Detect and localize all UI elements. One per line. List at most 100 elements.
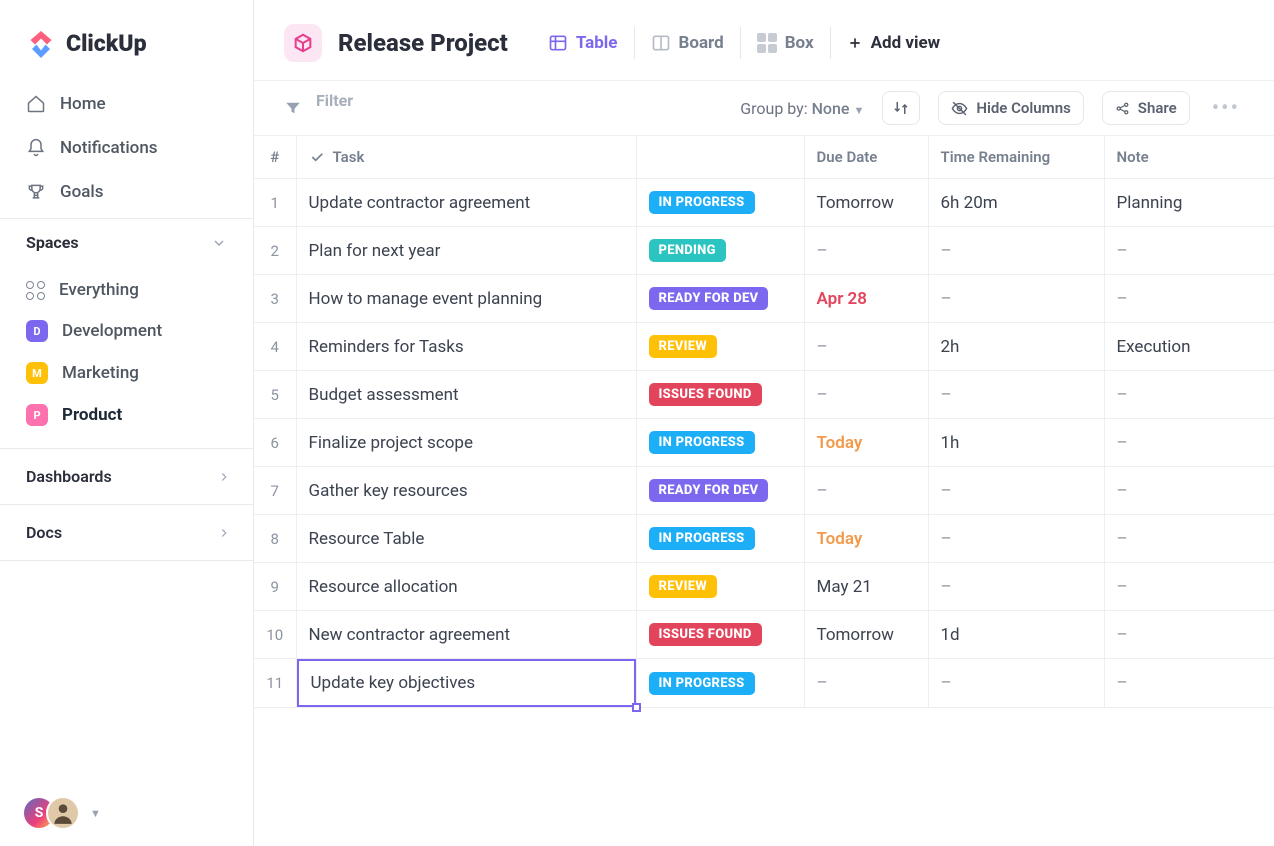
due-cell[interactable]: – [804,659,928,708]
status-cell[interactable]: READY FOR DEV [636,467,804,515]
status-cell[interactable]: IN PROGRESS [636,515,804,563]
due-cell[interactable]: Today [804,419,928,467]
due-cell[interactable]: – [804,467,928,515]
task-cell[interactable]: Resource allocation [296,563,636,611]
sort-icon [892,99,910,117]
filter-button[interactable]: Filter [284,95,353,122]
time-cell[interactable]: – [928,227,1104,275]
task-cell[interactable]: Budget assessment [296,371,636,419]
sidebar-footer: S ▼ [0,780,253,846]
chevron-down-icon [211,235,227,251]
status-cell[interactable]: IN PROGRESS [636,659,804,708]
nav-home[interactable]: Home [16,82,237,126]
time-cell[interactable]: – [928,563,1104,611]
tab-table[interactable]: Table [532,27,635,59]
task-cell[interactable]: Gather key resources [296,467,636,515]
note-cell[interactable]: Planning [1104,179,1274,227]
tab-board[interactable]: Board [635,27,741,59]
note-cell[interactable]: Execution [1104,323,1274,371]
due-cell[interactable]: Tomorrow [804,611,928,659]
note-cell[interactable]: – [1104,563,1274,611]
due-cell[interactable]: Tomorrow [804,179,928,227]
spaces-list: Everything DDevelopmentMMarketingPProduc… [0,266,253,448]
note-cell[interactable]: – [1104,227,1274,275]
share-button[interactable]: Share [1102,91,1190,125]
group-by-dropdown[interactable]: Group by: None ▼ [740,99,864,118]
status-badge: IN PROGRESS [649,527,755,550]
spaces-section-header[interactable]: Spaces [0,218,253,266]
col-note[interactable]: Note [1104,136,1274,179]
task-cell[interactable]: Update key objectives [296,659,636,708]
dashboards-section[interactable]: Dashboards [0,448,253,504]
status-cell[interactable]: ISSUES FOUND [636,611,804,659]
due-cell[interactable]: – [804,227,928,275]
space-item[interactable]: DDevelopment [12,310,241,352]
status-cell[interactable]: IN PROGRESS [636,179,804,227]
task-cell[interactable]: Finalize project scope [296,419,636,467]
note-cell[interactable]: – [1104,515,1274,563]
more-menu-button[interactable]: ••• [1208,96,1244,121]
row-number-cell: 11 [254,659,296,708]
task-cell[interactable]: How to manage event planning [296,275,636,323]
space-badge: D [26,320,48,342]
time-cell[interactable]: 1h [928,419,1104,467]
table-icon [548,33,568,53]
tab-box[interactable]: Box [741,27,831,59]
add-view-button[interactable]: Add view [831,27,957,59]
task-cell[interactable]: Resource Table [296,515,636,563]
col-time[interactable]: Time Remaining [928,136,1104,179]
due-cell[interactable]: May 21 [804,563,928,611]
task-cell[interactable]: Update contractor agreement [296,179,636,227]
note-cell[interactable]: – [1104,419,1274,467]
time-cell[interactable]: – [928,467,1104,515]
task-cell[interactable]: New contractor agreement [296,611,636,659]
sort-button[interactable] [882,91,920,125]
col-number[interactable]: # [254,136,296,179]
note-cell[interactable]: – [1104,611,1274,659]
group-by-value: None [812,99,850,118]
caret-down-icon[interactable]: ▼ [90,807,101,820]
task-cell[interactable]: Reminders for Tasks [296,323,636,371]
time-cell[interactable]: 6h 20m [928,179,1104,227]
time-cell[interactable]: – [928,275,1104,323]
everything-item[interactable]: Everything [12,270,241,310]
row-number-cell: 3 [254,275,296,323]
space-item[interactable]: MMarketing [12,352,241,394]
status-cell[interactable]: READY FOR DEV [636,275,804,323]
resize-handle[interactable] [632,703,641,712]
table-row: 10 New contractor agreement ISSUES FOUND… [254,611,1274,659]
nav-goals[interactable]: Goals [16,170,237,214]
task-cell[interactable]: Plan for next year [296,227,636,275]
time-cell[interactable]: 1d [928,611,1104,659]
note-cell[interactable]: – [1104,275,1274,323]
col-due[interactable]: Due Date [804,136,928,179]
time-cell[interactable]: – [928,371,1104,419]
nav-notifications[interactable]: Notifications [16,126,237,170]
hide-columns-button[interactable]: Hide Columns [938,91,1083,125]
due-cell[interactable]: – [804,371,928,419]
note-cell[interactable]: – [1104,467,1274,515]
time-cell[interactable]: – [928,659,1104,708]
due-cell[interactable]: Apr 28 [804,275,928,323]
space-item[interactable]: PProduct [12,394,241,436]
nav-home-label: Home [60,94,106,114]
status-cell[interactable]: REVIEW [636,563,804,611]
docs-section[interactable]: Docs [0,504,253,561]
time-cell[interactable]: – [928,515,1104,563]
caret-down-icon: ▼ [853,104,864,117]
status-cell[interactable]: IN PROGRESS [636,419,804,467]
time-cell[interactable]: 2h [928,323,1104,371]
chevron-right-icon [217,526,231,540]
due-cell[interactable]: – [804,323,928,371]
status-cell[interactable]: REVIEW [636,323,804,371]
status-cell[interactable]: PENDING [636,227,804,275]
col-status[interactable] [636,136,804,179]
row-number-cell: 7 [254,467,296,515]
logo[interactable]: ClickUp [0,0,253,78]
note-cell[interactable]: – [1104,659,1274,708]
status-cell[interactable]: ISSUES FOUND [636,371,804,419]
avatar-stack[interactable]: S [22,796,80,830]
due-cell[interactable]: Today [804,515,928,563]
col-task[interactable]: Task [296,136,636,179]
note-cell[interactable]: – [1104,371,1274,419]
